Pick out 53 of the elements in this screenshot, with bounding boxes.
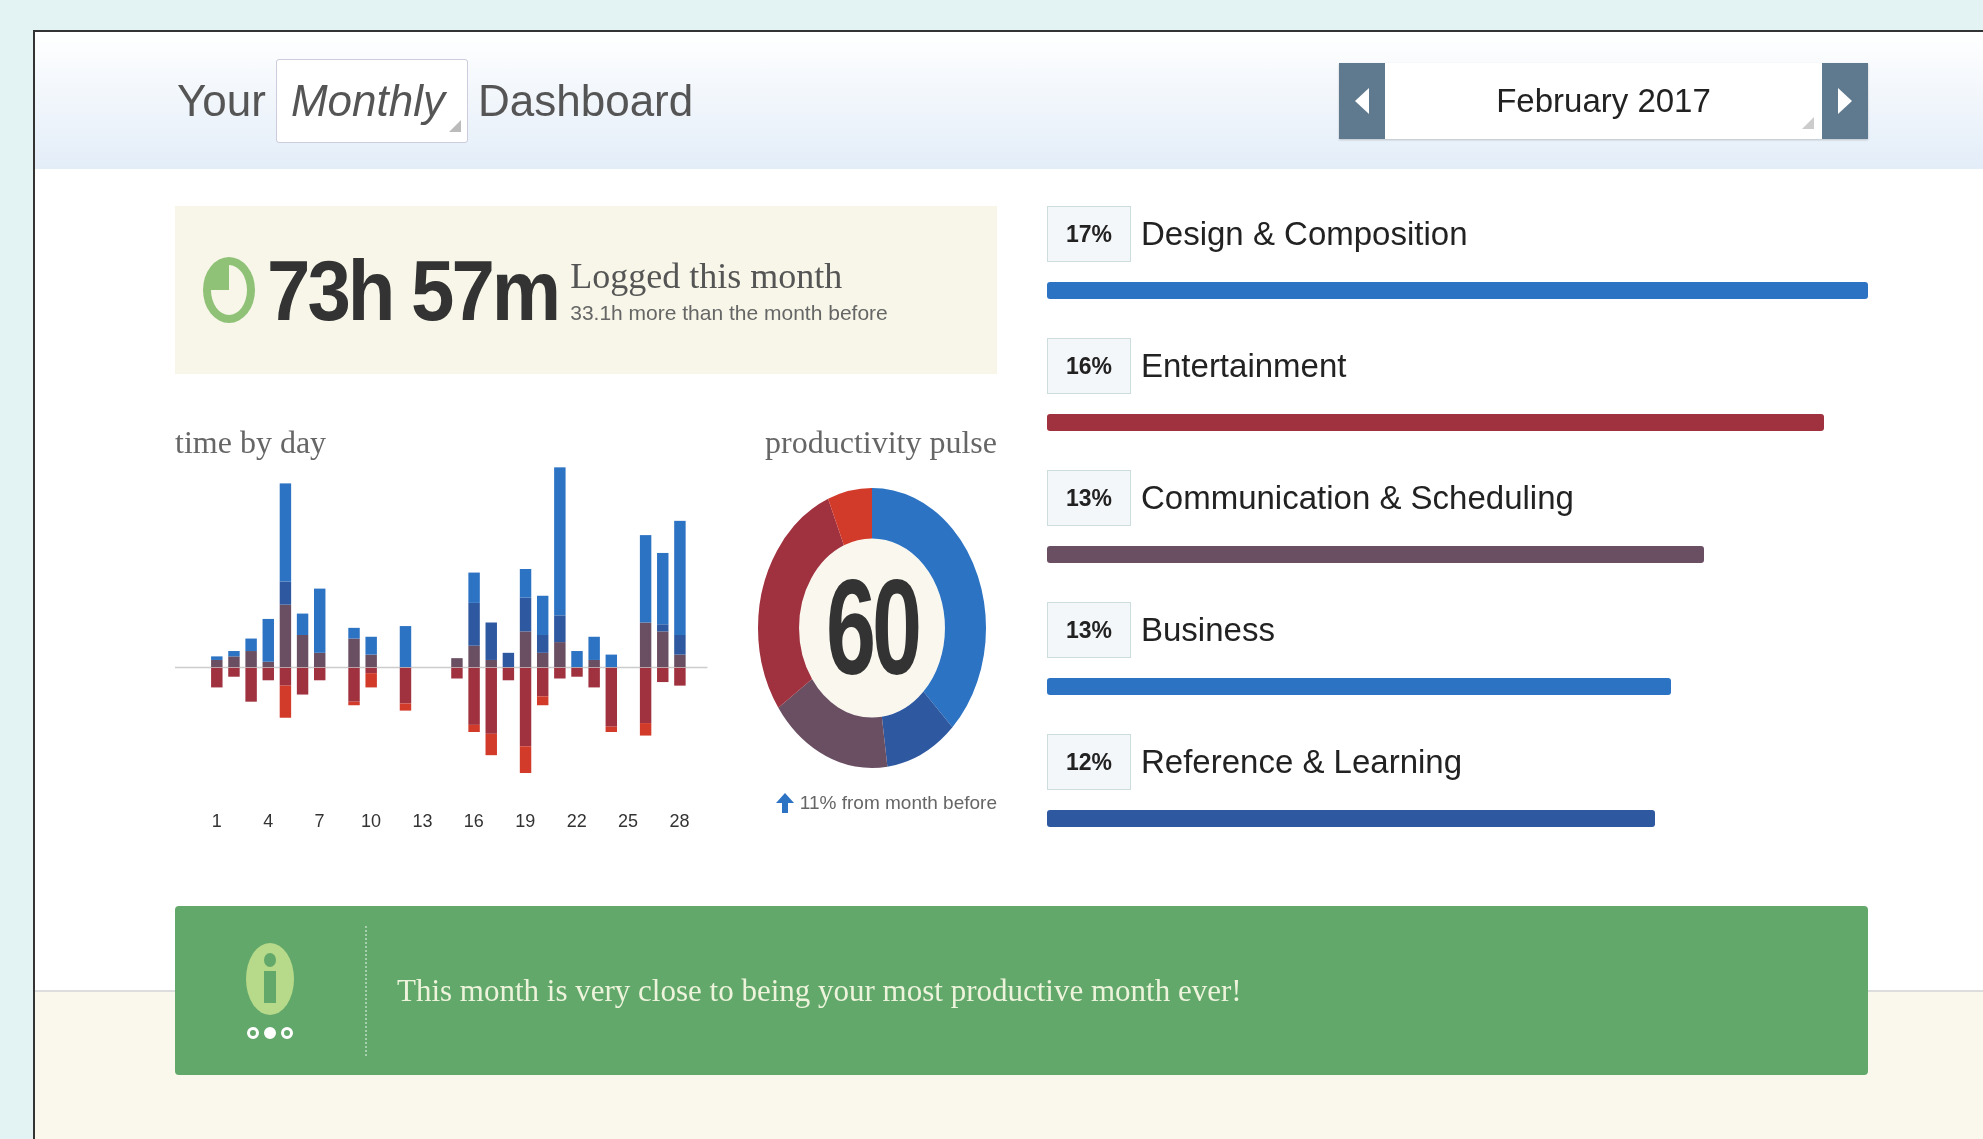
day-bar (571, 651, 583, 677)
day-label: 16 (462, 811, 485, 832)
comparison-text: 33.1h more than the month before (570, 301, 888, 325)
day-label: 28 (668, 811, 691, 832)
clock-icon (203, 257, 255, 323)
total-time: 73h 57m (267, 240, 559, 340)
percent-badge: 17% (1047, 206, 1131, 262)
caption-text: Logged this month (570, 255, 844, 297)
percent-badge: 13% (1047, 602, 1131, 658)
previous-month-button[interactable] (1339, 62, 1385, 139)
up-arrow-icon (775, 793, 794, 813)
info-icon (246, 942, 294, 1015)
left-triangle-icon (1355, 87, 1369, 114)
category-name: Communication & Scheduling (1141, 479, 1574, 517)
day-bar (211, 656, 223, 688)
day-bar (588, 636, 600, 688)
resize-grip-icon (1802, 116, 1814, 129)
pager-dot[interactable] (281, 1026, 293, 1039)
period-dropdown[interactable]: Monthly (275, 58, 468, 143)
day-bar (262, 618, 274, 681)
chart-title: productivity pulse (765, 423, 997, 462)
banner-message: This month is very close to being your most productive month ever! (396, 972, 1242, 1009)
category-name: Entertainment (1141, 347, 1347, 385)
day-label: 1 (210, 811, 223, 832)
percent-badge: 16% (1047, 338, 1131, 394)
day-label: 22 (565, 811, 588, 832)
day-label: 4 (262, 811, 275, 832)
pager-dot[interactable] (247, 1026, 259, 1039)
day-bar (502, 652, 515, 681)
day-bar (365, 636, 377, 688)
percent-badge: 12% (1047, 734, 1131, 790)
category-name: Reference & Learning (1141, 743, 1463, 781)
day-label: 19 (514, 811, 537, 832)
day-label: 25 (617, 811, 640, 832)
category-name: Business (1141, 611, 1275, 649)
day-bar (228, 651, 240, 677)
right-triangle-icon (1838, 87, 1852, 114)
day-label: 13 (411, 811, 434, 832)
day-label: 10 (359, 811, 382, 832)
month-field[interactable]: February 2017 (1385, 62, 1822, 139)
day-bar (451, 658, 463, 679)
chart-title: time by day (175, 424, 327, 460)
change-text: 11% from month before (799, 792, 997, 814)
percent-badge: 13% (1047, 470, 1131, 526)
score-value: 60 (825, 551, 919, 705)
title-text: Your (177, 75, 266, 126)
resize-grip-icon (449, 119, 461, 132)
next-month-button[interactable] (1822, 62, 1868, 139)
title-text: Dashboard (478, 75, 694, 126)
category-name: Design & Composition (1141, 215, 1468, 253)
day-bar (245, 638, 257, 702)
pager-dot[interactable] (264, 1026, 276, 1039)
day-label: 7 (313, 811, 326, 832)
